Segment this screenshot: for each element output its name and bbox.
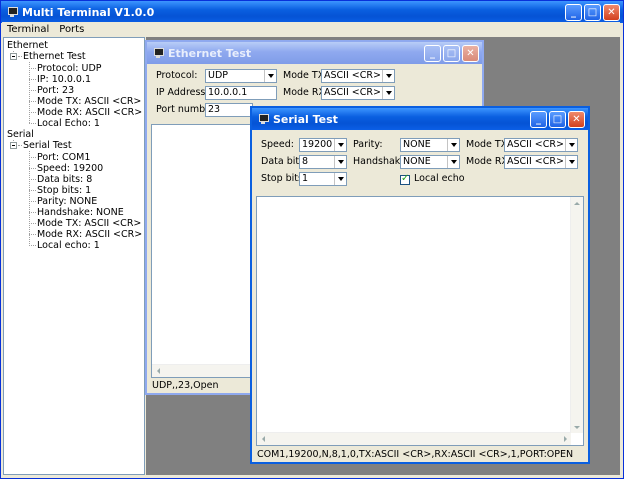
serial-window-title: Serial Test	[273, 112, 338, 126]
ser-mode-rx-value: ASCII <CR>	[507, 156, 564, 167]
tree-item-eth-mode-tx[interactable]: Mode TX: ASCII <CR>	[37, 96, 141, 107]
connection-tree[interactable]: Ethernet Ethernet Test Protocol: UDP IP:…	[3, 37, 145, 475]
ip-address-input[interactable]: 10.0.0.1	[205, 86, 277, 100]
tree-item-ser-mode-rx[interactable]: Mode RX: ASCII <CR>	[37, 229, 142, 240]
tree-item-ser-speed[interactable]: Speed: 19200	[37, 163, 103, 174]
ethernet-status-bar: UDP,,23,Open	[152, 380, 219, 391]
chevron-down-icon[interactable]	[565, 156, 577, 168]
scroll-up-icon[interactable]	[571, 197, 583, 209]
menu-terminal[interactable]: Terminal	[2, 24, 54, 35]
tree-item-ser-stop-bits[interactable]: Stop bits: 1	[37, 185, 91, 196]
terminal-app-icon	[7, 7, 18, 17]
menu-bar: Terminal Ports	[2, 22, 620, 36]
serial-terminal-output[interactable]	[256, 196, 584, 446]
parity-select[interactable]: NONE	[400, 138, 460, 152]
tree-item-ser-port[interactable]: Port: COM1	[37, 152, 90, 163]
serial-close-button[interactable]: ✕	[568, 111, 585, 128]
tree-node-serial-test[interactable]: Serial Test	[23, 140, 72, 151]
tree-item-eth-mode-rx[interactable]: Mode RX: ASCII <CR>	[37, 107, 142, 118]
parity-label: Parity:	[353, 139, 383, 150]
serial-maximize-button[interactable]: □	[549, 111, 566, 128]
speed-label: Speed:	[261, 139, 294, 150]
tree-node-ethernet-test[interactable]: Ethernet Test	[23, 51, 86, 62]
menu-ports[interactable]: Ports	[54, 24, 89, 35]
local-echo-label: Local echo	[414, 173, 465, 184]
eth-mode-tx-value: ASCII <CR>	[324, 70, 381, 81]
chevron-down-icon[interactable]	[334, 139, 346, 151]
ser-mode-rx-select[interactable]: ASCII <CR>	[504, 155, 578, 169]
terminal-window-icon	[258, 114, 269, 124]
stop-bits-value: 1	[302, 173, 309, 184]
port-number-input[interactable]: 23	[205, 103, 253, 117]
ser-mode-tx-value: ASCII <CR>	[507, 139, 564, 150]
tree-item-eth-protocol[interactable]: Protocol: UDP	[37, 63, 102, 74]
tree-item-eth-ip[interactable]: IP: 10.0.0.1	[37, 74, 91, 85]
chevron-down-icon[interactable]	[334, 173, 346, 185]
ethernet-maximize-button[interactable]: □	[443, 45, 460, 62]
scroll-down-icon[interactable]	[571, 421, 583, 433]
scroll-left-icon[interactable]	[257, 433, 269, 445]
tree-item-ser-parity[interactable]: Parity: NONE	[37, 196, 97, 207]
serial-horizontal-scrollbar[interactable]	[257, 432, 571, 445]
terminal-window-icon	[153, 48, 164, 58]
data-bits-select[interactable]: 8	[299, 155, 347, 169]
serial-status-bar: COM1,19200,N,8,1,0,TX:ASCII <CR>,RX:ASCI…	[257, 449, 574, 460]
chevron-down-icon[interactable]	[382, 70, 394, 82]
main-titlebar[interactable]: Multi Terminal V1.0.0 _ □ ✕	[1, 1, 623, 23]
scroll-right-icon[interactable]	[559, 433, 571, 445]
ethernet-close-button[interactable]: ✕	[462, 45, 479, 62]
chevron-down-icon[interactable]	[565, 139, 577, 151]
speed-select[interactable]: 19200	[299, 138, 347, 152]
serial-titlebar[interactable]: Serial Test _ □ ✕	[252, 108, 588, 130]
tree-item-ser-data-bits[interactable]: Data bits: 8	[37, 174, 92, 185]
protocol-select[interactable]: UDP	[205, 69, 277, 83]
minimize-button[interactable]: _	[565, 4, 582, 21]
local-echo-checkbox[interactable]	[400, 173, 410, 185]
tree-item-ser-local-echo[interactable]: Local echo: 1	[37, 240, 100, 251]
tree-item-ser-mode-tx[interactable]: Mode TX: ASCII <CR>	[37, 218, 141, 229]
eth-mode-rx-select[interactable]: ASCII <CR>	[321, 86, 395, 100]
handshake-value: NONE	[403, 156, 431, 167]
data-bits-value: 8	[302, 156, 309, 167]
tree-expander-serial-test[interactable]	[10, 142, 17, 149]
chevron-down-icon[interactable]	[334, 156, 346, 168]
tree-node-serial[interactable]: Serial	[7, 129, 34, 140]
maximize-button[interactable]: □	[584, 4, 601, 21]
protocol-value: UDP	[208, 70, 228, 81]
ser-mode-tx-select[interactable]: ASCII <CR>	[504, 138, 578, 152]
parity-value: NONE	[403, 139, 431, 150]
tree-item-eth-local-echo[interactable]: Local Echo: 1	[37, 118, 100, 129]
protocol-label: Protocol:	[156, 70, 198, 81]
chevron-down-icon[interactable]	[382, 87, 394, 99]
chevron-down-icon[interactable]	[264, 70, 276, 82]
serial-test-window[interactable]: Serial Test _ □ ✕ Speed: 19200 Parity: N…	[250, 106, 590, 464]
handshake-select[interactable]: NONE	[400, 155, 460, 169]
chevron-down-icon[interactable]	[447, 156, 459, 168]
main-window-title: Multi Terminal V1.0.0	[22, 5, 155, 19]
tree-item-ser-handshake[interactable]: Handshake: NONE	[37, 207, 124, 218]
serial-minimize-button[interactable]: _	[530, 111, 547, 128]
tree-node-ethernet[interactable]: Ethernet	[7, 40, 48, 51]
speed-value: 19200	[302, 139, 333, 150]
ip-address-label: IP Address:	[156, 87, 209, 98]
eth-mode-tx-select[interactable]: ASCII <CR>	[321, 69, 395, 83]
ethernet-window-title: Ethernet Test	[168, 46, 252, 60]
ethernet-titlebar[interactable]: Ethernet Test _ □ ✕	[147, 42, 482, 64]
tree-item-eth-port[interactable]: Port: 23	[37, 85, 74, 96]
stop-bits-select[interactable]: 1	[299, 172, 347, 186]
scroll-left-icon[interactable]	[152, 365, 164, 377]
close-button[interactable]: ✕	[603, 4, 620, 21]
tree-expander-ethernet-test[interactable]	[10, 53, 17, 60]
ethernet-minimize-button[interactable]: _	[424, 45, 441, 62]
serial-vertical-scrollbar[interactable]	[570, 197, 583, 433]
eth-mode-rx-value: ASCII <CR>	[324, 87, 381, 98]
chevron-down-icon[interactable]	[447, 139, 459, 151]
